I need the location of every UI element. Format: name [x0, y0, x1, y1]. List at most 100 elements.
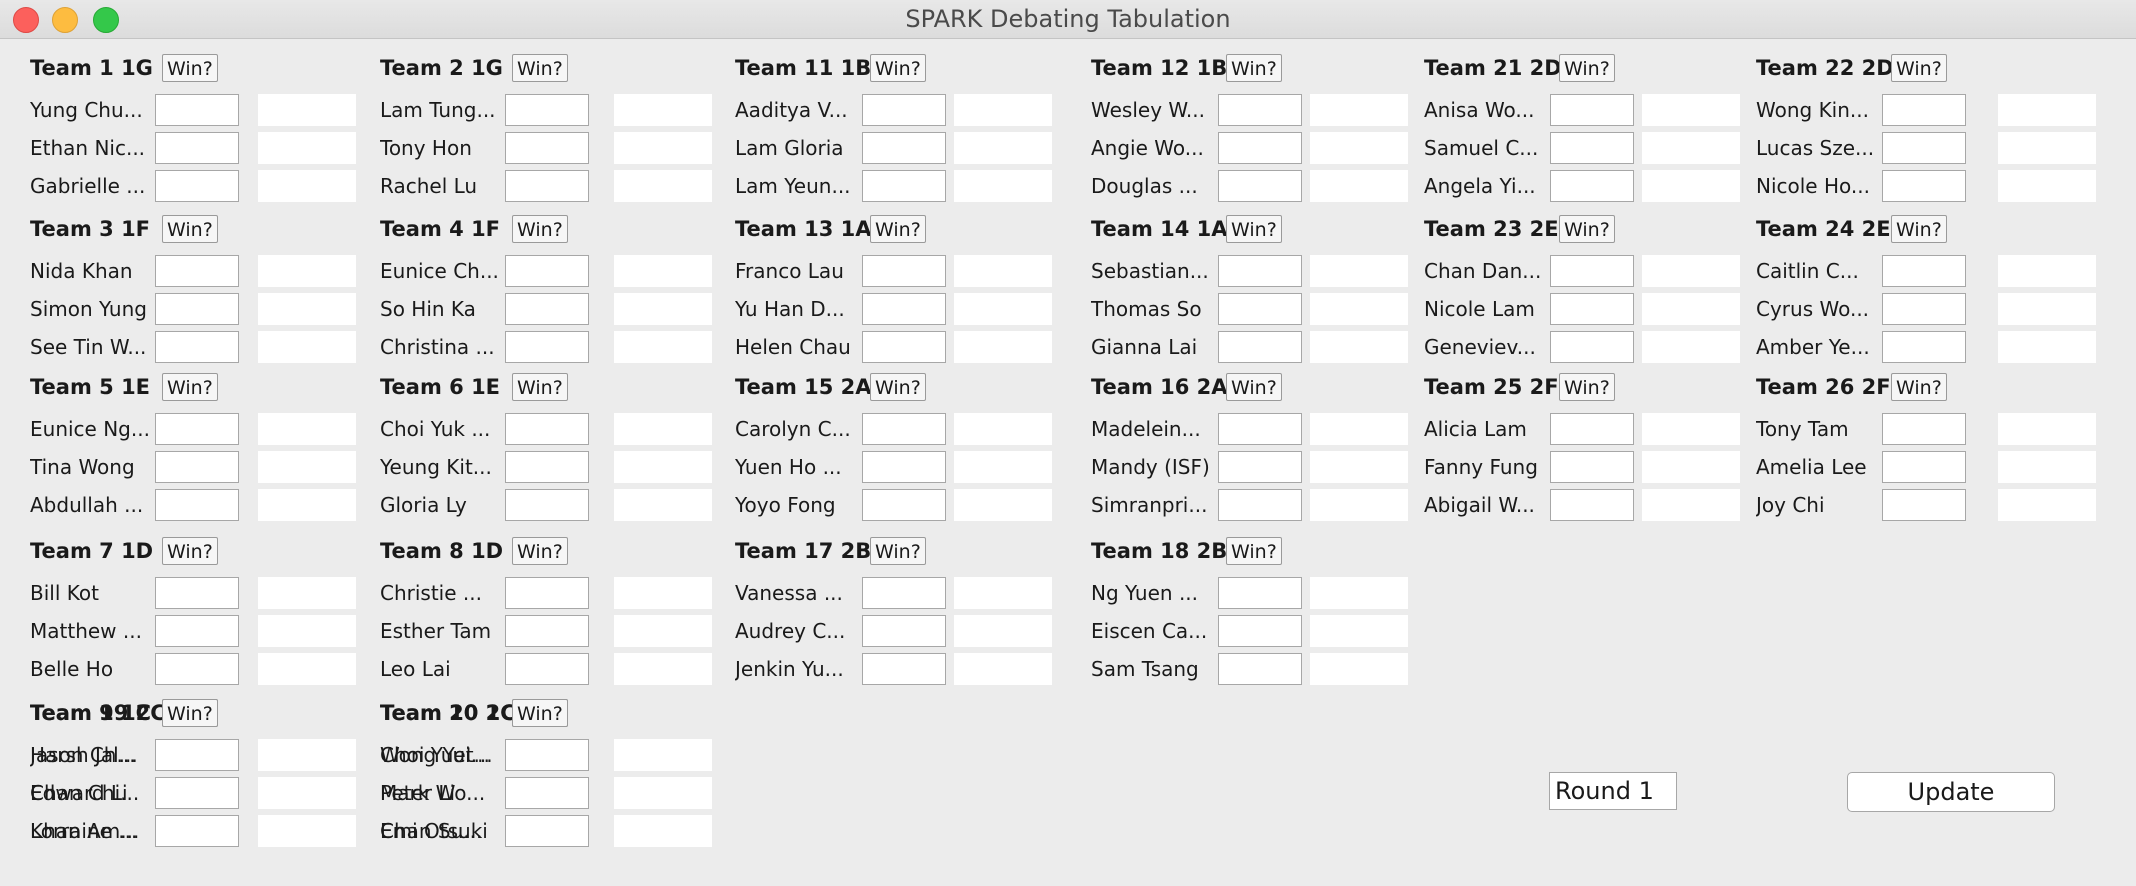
result-field[interactable]	[1998, 293, 2096, 325]
score-input[interactable]	[1218, 331, 1302, 363]
score-input[interactable]	[155, 451, 239, 483]
result-field[interactable]	[258, 293, 356, 325]
result-field[interactable]	[614, 739, 712, 771]
score-input[interactable]	[155, 489, 239, 521]
score-input[interactable]	[1218, 255, 1302, 287]
result-field[interactable]	[1310, 489, 1408, 521]
result-field[interactable]	[954, 577, 1052, 609]
score-input[interactable]	[1882, 451, 1966, 483]
score-input[interactable]	[862, 331, 946, 363]
result-field[interactable]	[1998, 94, 2096, 126]
score-input[interactable]	[155, 777, 239, 809]
result-field[interactable]	[954, 331, 1052, 363]
score-input[interactable]	[155, 815, 239, 847]
result-field[interactable]	[1310, 170, 1408, 202]
result-field[interactable]	[614, 132, 712, 164]
score-input[interactable]	[862, 293, 946, 325]
score-input[interactable]	[1550, 170, 1634, 202]
result-field[interactable]	[1642, 170, 1740, 202]
update-button[interactable]: Update	[1847, 772, 2055, 812]
result-field[interactable]	[1310, 615, 1408, 647]
score-input[interactable]	[1218, 489, 1302, 521]
result-field[interactable]	[1310, 653, 1408, 685]
score-input[interactable]	[1218, 293, 1302, 325]
win-button[interactable]: Win?	[1226, 215, 1282, 243]
win-button[interactable]: Win?	[1226, 54, 1282, 82]
score-input[interactable]	[1550, 293, 1634, 325]
result-field[interactable]	[1998, 132, 2096, 164]
win-button[interactable]: Win?	[512, 699, 568, 727]
score-input[interactable]	[1882, 331, 1966, 363]
score-input[interactable]	[862, 132, 946, 164]
score-input[interactable]	[1218, 615, 1302, 647]
score-input[interactable]	[155, 255, 239, 287]
win-button[interactable]: Win?	[870, 537, 926, 565]
result-field[interactable]	[258, 489, 356, 521]
score-input[interactable]	[505, 653, 589, 685]
result-field[interactable]	[614, 293, 712, 325]
score-input[interactable]	[1550, 331, 1634, 363]
result-field[interactable]	[1642, 413, 1740, 445]
score-input[interactable]	[1882, 489, 1966, 521]
score-input[interactable]	[155, 577, 239, 609]
score-input[interactable]	[1882, 132, 1966, 164]
result-field[interactable]	[954, 489, 1052, 521]
result-field[interactable]	[1998, 451, 2096, 483]
score-input[interactable]	[862, 489, 946, 521]
result-field[interactable]	[1310, 331, 1408, 363]
score-input[interactable]	[505, 489, 589, 521]
score-input[interactable]	[1550, 489, 1634, 521]
result-field[interactable]	[1642, 94, 1740, 126]
result-field[interactable]	[1310, 577, 1408, 609]
result-field[interactable]	[258, 331, 356, 363]
score-input[interactable]	[155, 132, 239, 164]
result-field[interactable]	[258, 777, 356, 809]
score-input[interactable]	[1218, 132, 1302, 164]
score-input[interactable]	[1882, 94, 1966, 126]
score-input[interactable]	[505, 777, 589, 809]
result-field[interactable]	[614, 577, 712, 609]
score-input[interactable]	[155, 653, 239, 685]
score-input[interactable]	[505, 132, 589, 164]
win-button[interactable]: Win?	[162, 54, 218, 82]
result-field[interactable]	[614, 255, 712, 287]
result-field[interactable]	[954, 293, 1052, 325]
score-input[interactable]	[862, 170, 946, 202]
result-field[interactable]	[258, 653, 356, 685]
score-input[interactable]	[505, 413, 589, 445]
result-field[interactable]	[614, 815, 712, 847]
score-input[interactable]	[1882, 255, 1966, 287]
result-field[interactable]	[1642, 255, 1740, 287]
result-field[interactable]	[258, 94, 356, 126]
score-input[interactable]	[1218, 653, 1302, 685]
win-button[interactable]: Win?	[162, 537, 218, 565]
result-field[interactable]	[1642, 132, 1740, 164]
score-input[interactable]	[1550, 94, 1634, 126]
score-input[interactable]	[1550, 255, 1634, 287]
result-field[interactable]	[1310, 132, 1408, 164]
score-input[interactable]	[862, 451, 946, 483]
score-input[interactable]	[862, 94, 946, 126]
score-input[interactable]	[505, 615, 589, 647]
score-input[interactable]	[1550, 451, 1634, 483]
score-input[interactable]	[1218, 451, 1302, 483]
result-field[interactable]	[1998, 489, 2096, 521]
result-field[interactable]	[258, 132, 356, 164]
score-input[interactable]	[1218, 170, 1302, 202]
win-button[interactable]: Win?	[1891, 373, 1947, 401]
score-input[interactable]	[505, 577, 589, 609]
result-field[interactable]	[614, 170, 712, 202]
result-field[interactable]	[1998, 331, 2096, 363]
result-field[interactable]	[1998, 255, 2096, 287]
win-button[interactable]: Win?	[512, 54, 568, 82]
result-field[interactable]	[954, 653, 1052, 685]
win-button[interactable]: Win?	[162, 699, 218, 727]
result-field[interactable]	[258, 413, 356, 445]
result-field[interactable]	[954, 413, 1052, 445]
score-input[interactable]	[155, 293, 239, 325]
score-input[interactable]	[862, 653, 946, 685]
score-input[interactable]	[505, 293, 589, 325]
result-field[interactable]	[258, 615, 356, 647]
win-button[interactable]: Win?	[870, 373, 926, 401]
score-input[interactable]	[1218, 577, 1302, 609]
